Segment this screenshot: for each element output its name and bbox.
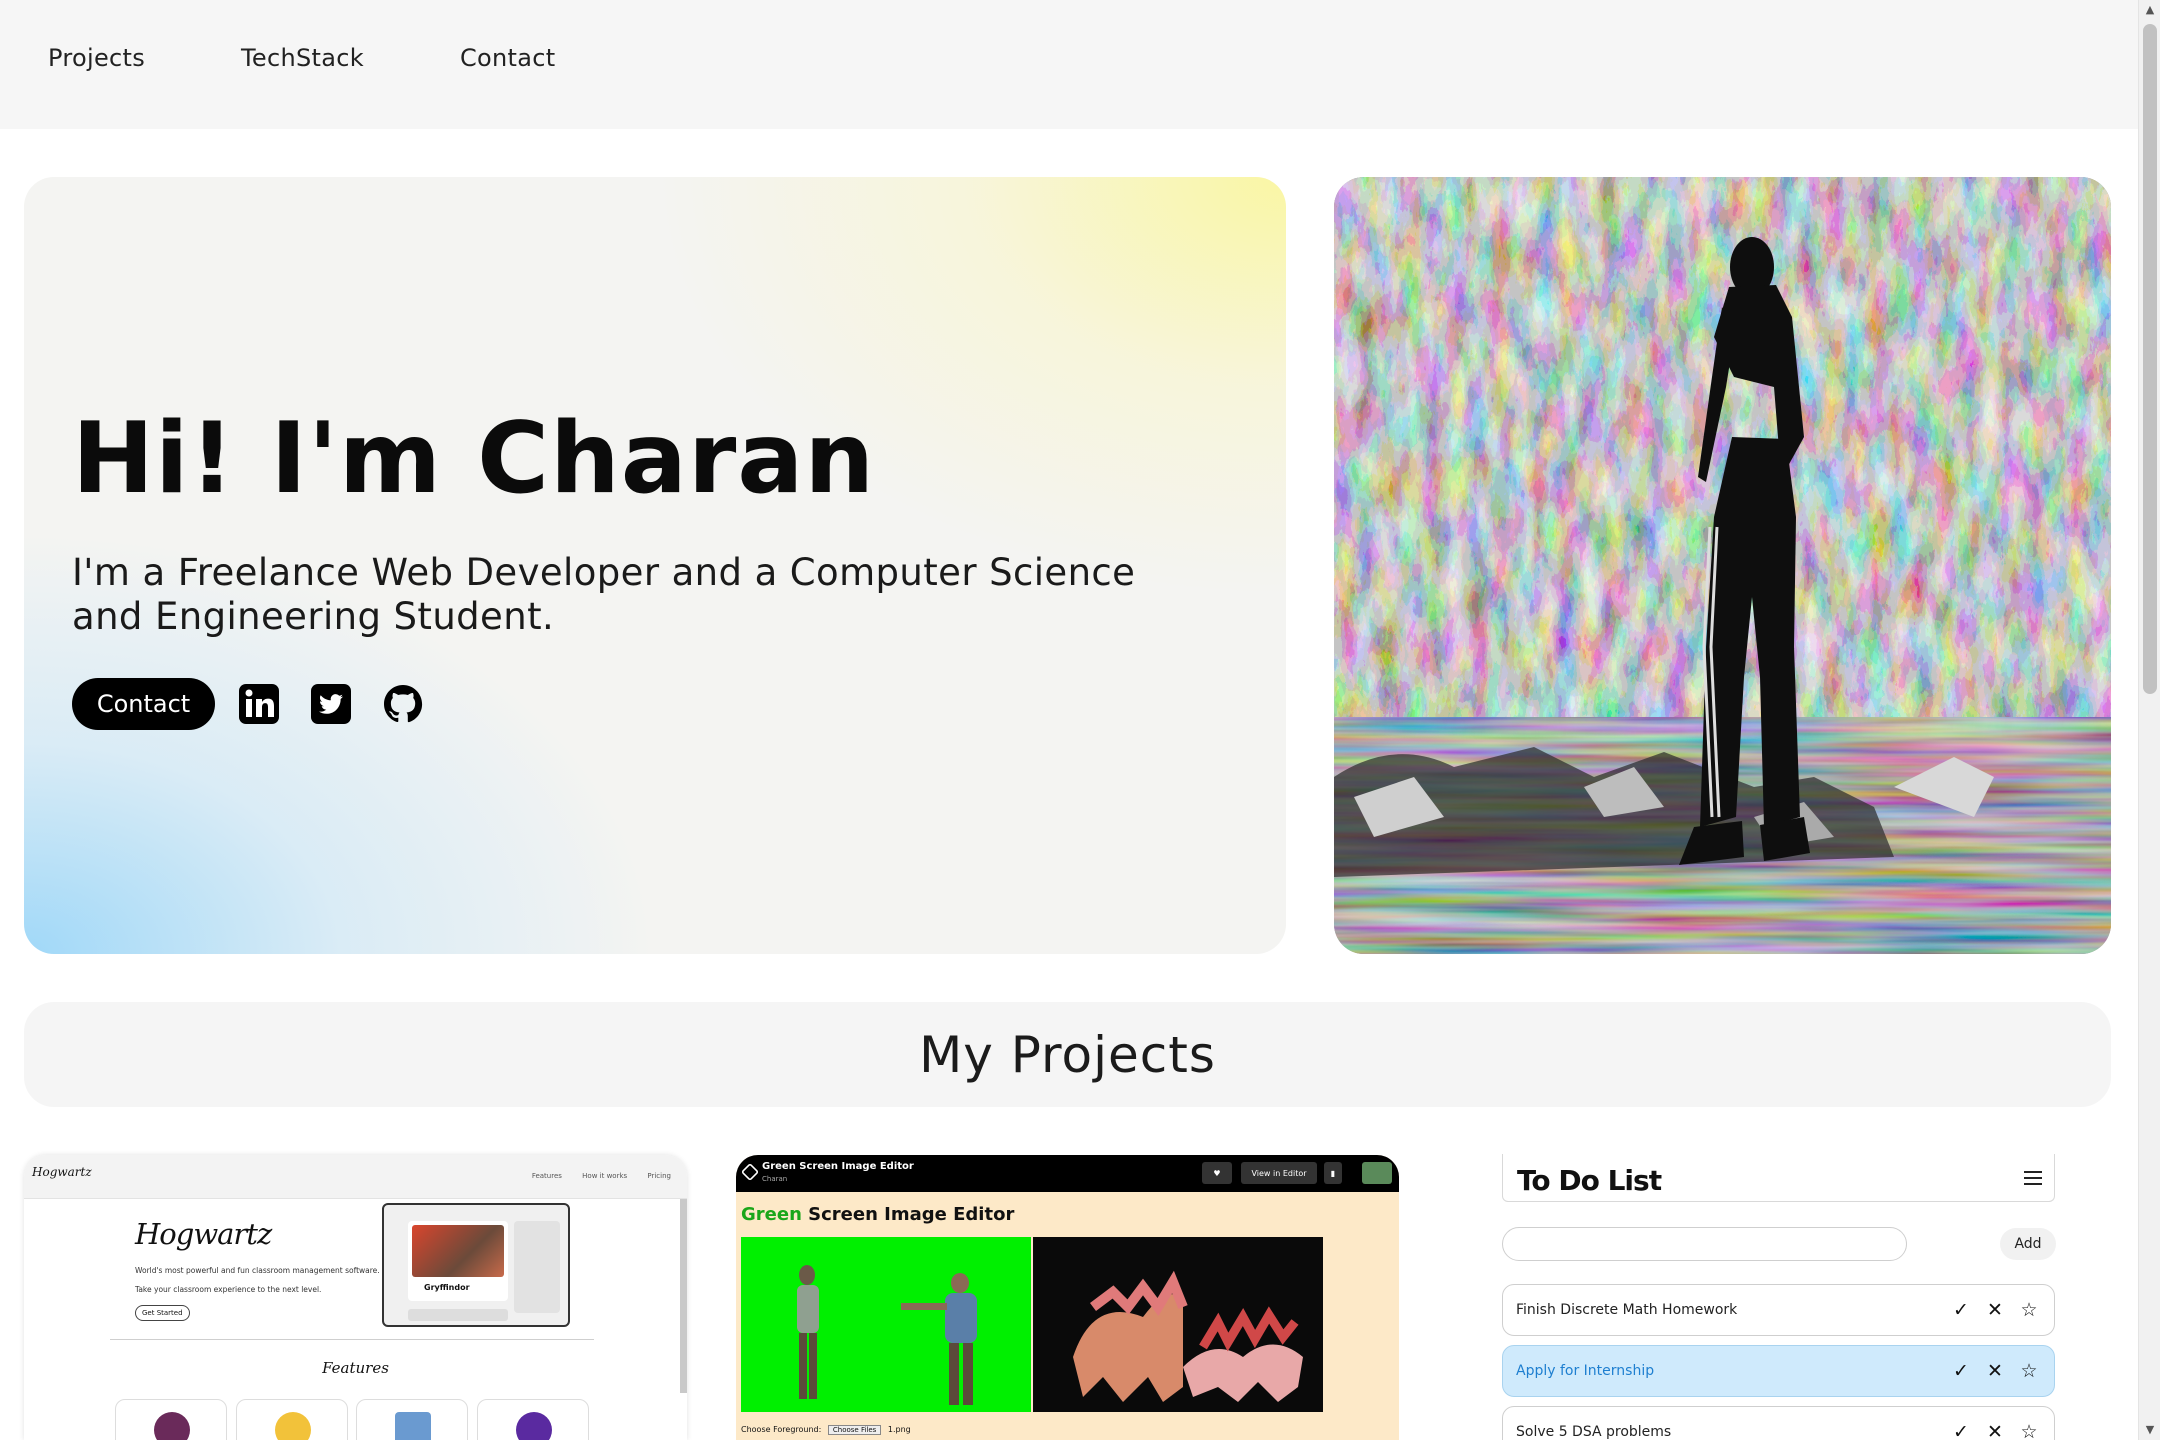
editor-logo-icon <box>740 1162 760 1182</box>
todo-item[interactable]: Finish Discrete Math Homework ✓ ✕ ☆ <box>1502 1284 2055 1336</box>
hogwartz-mockup: Gryffindor <box>382 1203 570 1327</box>
todo-input[interactable] <box>1502 1227 1907 1261</box>
projects-section-header: My Projects <box>24 1002 2111 1107</box>
hogwartz-cta: Get Started <box>135 1305 190 1321</box>
foreground-label: Choose Foreground: <box>741 1425 822 1434</box>
feature-tile <box>236 1399 348 1440</box>
heading-rest: Screen Image Editor <box>801 1204 1015 1225</box>
hogwartz-nav-pricing: Pricing <box>647 1172 671 1180</box>
close-icon[interactable]: ✕ <box>1984 1360 2006 1382</box>
nav-techstack[interactable]: TechStack <box>241 44 364 72</box>
todo-item-text: Finish Discrete Math Homework <box>1516 1302 1738 1318</box>
hogwartz-logo: Hogwartz <box>32 1165 92 1179</box>
star-icon[interactable]: ☆ <box>2018 1360 2040 1382</box>
green-screen-app-title: Green Screen Image Editor <box>762 1161 914 1172</box>
star-icon[interactable]: ☆ <box>2018 1299 2040 1321</box>
view-in-editor-button: View in Editor <box>1241 1162 1317 1184</box>
todo-item[interactable]: Apply for Internship ✓ ✕ ☆ <box>1502 1345 2055 1397</box>
todo-item[interactable]: Solve 5 DSA problems ✓ ✕ ☆ <box>1502 1406 2055 1440</box>
feature-tile <box>356 1399 468 1440</box>
green-screen-titlebar: Green Screen Image Editor Charan ♥ View … <box>736 1155 1399 1192</box>
todo-item-text: Solve 5 DSA problems <box>1516 1424 1672 1440</box>
close-icon[interactable]: ✕ <box>1984 1421 2006 1440</box>
hogwartz-subtitle: World's most powerful and fun classroom … <box>135 1261 385 1299</box>
thumbnail <box>1362 1162 1392 1184</box>
linkedin-icon[interactable] <box>237 682 281 726</box>
projects-title: My Projects <box>919 1025 1216 1084</box>
green-screen-heading: Green Screen Image Editor <box>741 1204 1014 1225</box>
hogwartz-subtitle-line2: Take your classroom experience to the ne… <box>135 1285 322 1294</box>
project-card-todo[interactable]: To Do List Add Finish Discrete Math Home… <box>1500 1154 2057 1440</box>
github-icon[interactable] <box>381 682 425 726</box>
project-card-hogwartz[interactable]: Hogwartz Features How it works Pricing H… <box>24 1155 687 1440</box>
close-icon[interactable]: ✕ <box>1984 1299 2006 1321</box>
choose-files-button: Choose Files <box>827 1425 882 1435</box>
feature-tile <box>477 1399 589 1440</box>
check-icon[interactable]: ✓ <box>1950 1299 1972 1321</box>
scroll-up-icon[interactable]: ▲ <box>2144 4 2156 16</box>
heading-green-word: Green <box>741 1204 802 1225</box>
hogwartz-house: Gryffindor <box>424 1283 470 1292</box>
hogwartz-features-heading: Features <box>322 1359 389 1377</box>
todo-add-button[interactable]: Add <box>2000 1228 2056 1260</box>
check-icon[interactable]: ✓ <box>1950 1360 1972 1382</box>
profile-photo <box>1334 177 2111 954</box>
todo-title: To Do List <box>1517 1164 1662 1197</box>
page-scrollbar[interactable]: ▲ ▼ <box>2138 0 2160 1440</box>
top-nav: Projects TechStack Contact <box>0 0 2138 129</box>
hero-heading: Hi! I'm Charan <box>72 402 876 516</box>
hogwartz-nav-features: Features <box>531 1172 562 1180</box>
scroll-thumb[interactable] <box>2143 24 2157 694</box>
check-icon[interactable]: ✓ <box>1950 1421 1972 1440</box>
background-image <box>1033 1237 1323 1412</box>
hero-card: Hi! I'm Charan I'm a Freelance Web Devel… <box>24 177 1286 954</box>
todo-header: To Do List <box>1502 1154 2055 1202</box>
hero-tagline: I'm a Freelance Web Developer and a Comp… <box>72 551 1136 638</box>
star-icon[interactable]: ☆ <box>2018 1421 2040 1440</box>
hogwartz-nav-links: Features How it works Pricing <box>514 1172 671 1180</box>
project-card-green-screen[interactable]: Green Screen Image Editor Charan ♥ View … <box>736 1155 1399 1440</box>
bookmark-icon: ▮ <box>1324 1162 1342 1184</box>
green-screen-author: Charan <box>762 1175 788 1183</box>
twitter-icon[interactable] <box>309 682 353 726</box>
feature-tile <box>115 1399 227 1440</box>
contact-button[interactable]: Contact <box>72 678 215 730</box>
hogwartz-title: Hogwartz <box>135 1217 272 1251</box>
file-name: 1.png <box>887 1425 911 1434</box>
todo-item-text: Apply for Internship <box>1516 1363 1655 1379</box>
foreground-picker: Choose Foreground: Choose Files 1.png <box>741 1425 911 1435</box>
hamburger-menu-icon[interactable] <box>2024 1171 2042 1185</box>
scroll-down-icon[interactable]: ▼ <box>2144 1424 2156 1436</box>
nav-projects[interactable]: Projects <box>48 44 145 72</box>
hogwartz-subtitle-line1: World's most powerful and fun classroom … <box>135 1266 380 1275</box>
heart-icon: ♥ <box>1202 1162 1232 1184</box>
hogwartz-navbar: Hogwartz Features How it works Pricing <box>24 1155 687 1199</box>
nav-contact[interactable]: Contact <box>460 44 555 72</box>
foreground-image <box>741 1237 1031 1412</box>
hogwartz-nav-how: How it works <box>582 1172 628 1180</box>
